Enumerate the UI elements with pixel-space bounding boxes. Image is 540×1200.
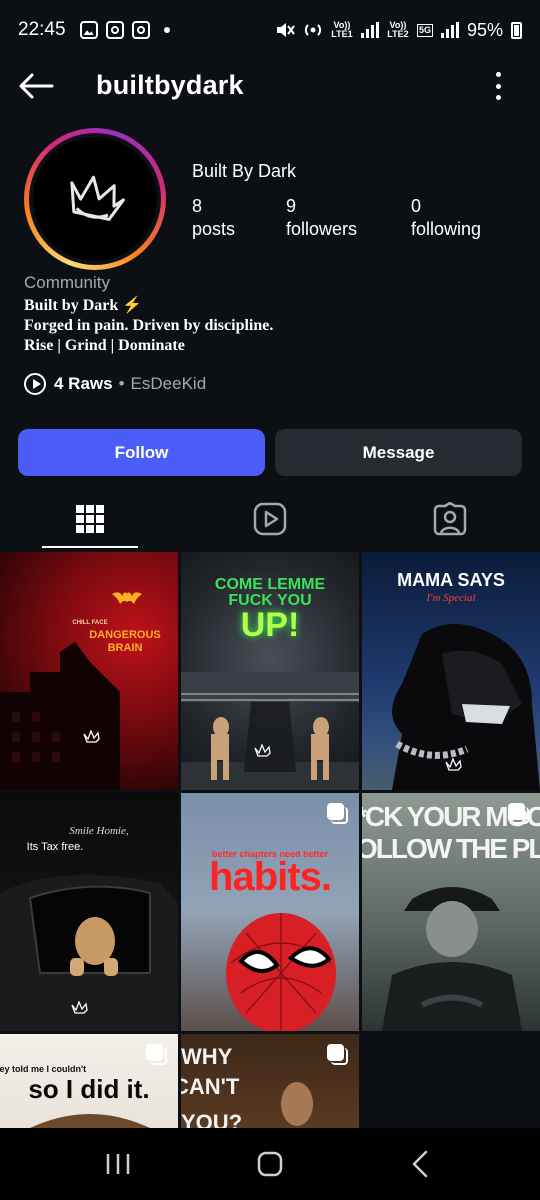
active-tab-indicator xyxy=(42,546,138,548)
post-tile[interactable]: WHY CAN'T YOU? xyxy=(181,1034,359,1128)
instagram-icon xyxy=(105,21,124,39)
crown-watermark-icon xyxy=(254,744,271,757)
bio-line: Forged in pain. Driven by discipline. xyxy=(24,317,274,334)
post-text: BRAIN xyxy=(107,642,143,654)
posts-count: 8 xyxy=(192,196,203,216)
profile-tabs xyxy=(0,490,540,548)
following-stat[interactable]: 0 following xyxy=(411,195,481,241)
following-count: 0 xyxy=(411,196,422,216)
post-text: OLLOW THE PLAN xyxy=(362,833,540,864)
raws-count: 4 Raws xyxy=(54,374,113,393)
raws-author: EsDeeKid xyxy=(130,374,207,393)
post-text: MAMA SAYS xyxy=(397,570,505,590)
post-text: Smile Homie, xyxy=(69,825,129,837)
post-tile[interactable]: CHILL FACE DANGEROUS BRAIN xyxy=(0,552,178,790)
posts-stat[interactable]: 8 posts xyxy=(192,195,235,241)
profile-category: Community xyxy=(24,273,110,292)
follow-button[interactable]: Follow xyxy=(18,429,265,476)
status-bar: 22:45 Vo)) LTE1 Vo)) LTE2 5G 95% xyxy=(0,0,540,60)
profile-display-name: Built By Dark xyxy=(192,161,297,181)
signal1-icon xyxy=(360,22,379,38)
system-back-icon[interactable] xyxy=(408,1148,432,1180)
post-text: I'm Special xyxy=(426,592,476,604)
post-text: UP! xyxy=(240,606,300,644)
post-text: habits. xyxy=(209,855,332,899)
post-text: so I did it. xyxy=(28,1074,150,1104)
followers-count: 9 xyxy=(286,196,297,216)
crown-watermark-icon xyxy=(83,730,100,743)
car-lion-image-icon xyxy=(0,875,178,1031)
mute-icon xyxy=(276,23,295,37)
man-in-cap-image-icon xyxy=(382,887,522,1031)
lion-mane-image-icon xyxy=(30,1114,150,1128)
gallery-icon xyxy=(79,21,98,39)
post-text: CHILL FACE xyxy=(72,620,108,626)
followers-stat[interactable]: 9 followers xyxy=(286,195,357,241)
notification-dot-icon xyxy=(163,27,170,33)
top-app-bar: builtbydark xyxy=(0,60,540,112)
carousel-icon xyxy=(327,803,349,825)
profile-username: builtbydark xyxy=(96,70,244,100)
instagram-icon xyxy=(131,21,150,39)
tab-posts-grid[interactable] xyxy=(0,490,180,548)
battery-icon xyxy=(511,21,522,39)
man-face-image-icon xyxy=(281,1082,313,1126)
tab-reels[interactable] xyxy=(180,490,360,548)
post-tile[interactable]: ney told me I couldn't so I did it. xyxy=(0,1034,178,1128)
signal2-icon xyxy=(440,22,459,38)
profile-avatar-story-ring[interactable] xyxy=(24,128,166,270)
spiderman-image-icon xyxy=(226,913,336,1031)
bat-logo-icon xyxy=(112,592,142,604)
bio-line: Rise | Grind | Dominate xyxy=(24,337,185,354)
carousel-icon xyxy=(327,1044,349,1066)
profile-bio: Built by Dark ⚡ Forged in pain. Driven b… xyxy=(24,296,273,356)
play-circle-icon xyxy=(24,373,46,395)
tab-tagged[interactable] xyxy=(360,490,540,548)
back-arrow-icon[interactable] xyxy=(18,72,54,100)
home-icon[interactable] xyxy=(254,1148,286,1180)
battery-percent: 95% xyxy=(466,19,503,40)
volte2-label: Vo)) LTE2 xyxy=(387,20,409,39)
followers-label: followers xyxy=(286,219,358,239)
fighters-image-icon xyxy=(181,672,359,790)
post-text: YOU? xyxy=(181,1110,243,1128)
post-tile[interactable]: *CK YOUR MOOD OLLOW THE PLAN xyxy=(362,793,540,1031)
status-time: 22:45 xyxy=(18,19,66,40)
avatar xyxy=(33,137,157,261)
crown-logo-icon xyxy=(70,175,125,221)
post-tile[interactable]: MAMA SAYS I'm Special xyxy=(362,552,540,790)
message-button[interactable]: Message xyxy=(275,429,522,476)
post-tile[interactable]: COME LEMME FUCK YOU UP! xyxy=(181,552,359,790)
following-label: following xyxy=(411,219,482,239)
crown-watermark-icon xyxy=(71,1001,88,1014)
tagged-icon xyxy=(433,502,467,536)
posts-label: posts xyxy=(192,219,236,239)
grid-icon xyxy=(76,505,104,533)
crown-watermark-icon xyxy=(445,758,462,771)
recent-apps-icon[interactable] xyxy=(104,1148,132,1180)
carousel-icon xyxy=(146,1044,168,1066)
more-options-icon[interactable] xyxy=(494,72,502,100)
raws-link[interactable]: 4 Raws • EsDeeKid xyxy=(24,373,206,395)
carousel-icon xyxy=(508,803,530,825)
post-text: CAN'T xyxy=(181,1074,240,1099)
bio-line: Built by Dark ⚡ xyxy=(24,297,143,314)
reels-icon xyxy=(253,502,287,536)
hotspot-icon xyxy=(304,24,322,36)
building-silhouette-icon xyxy=(0,642,120,790)
system-navigation-bar xyxy=(0,1128,540,1200)
post-text: Its Tax free. xyxy=(26,841,84,853)
post-tile[interactable]: better chapters need better habits. xyxy=(181,793,359,1031)
volte1-label: Vo)) LTE1 xyxy=(331,20,353,39)
post-tile[interactable]: Smile Homie, Its Tax free. xyxy=(0,793,178,1031)
post-text: DANGEROUS xyxy=(89,629,161,641)
network-label: 5G xyxy=(416,23,433,37)
raws-separator: • xyxy=(118,374,125,393)
